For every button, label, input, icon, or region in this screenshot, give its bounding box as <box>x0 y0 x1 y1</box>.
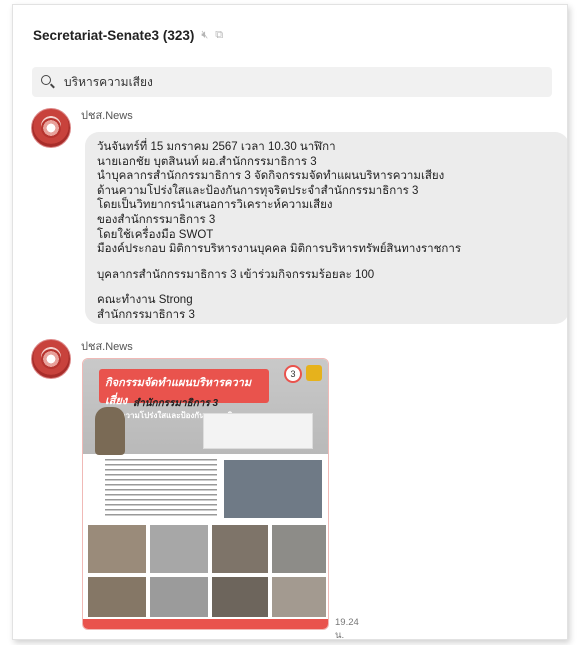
poster-photo <box>87 524 147 574</box>
message-line: นำบุคลากรสำนักกรรมาธิการ 3 จัดกิจกรรมจัด… <box>97 170 445 183</box>
search-icon <box>40 74 56 90</box>
poster-footer <box>83 619 328 629</box>
projection-screen <box>203 413 313 449</box>
poster-photo <box>211 524 269 574</box>
poster-subtitle: สำนักกรรมาธิการ 3 <box>133 398 219 409</box>
message-line: โดยใช้เครื่องมือ SWOT <box>97 228 214 241</box>
mute-icon[interactable]: 🔇︎ <box>201 29 208 42</box>
poster-photo <box>211 576 269 618</box>
message-line <box>97 257 557 268</box>
poster-photo <box>87 576 147 618</box>
avatar[interactable] <box>31 108 71 148</box>
message-line: ด้านความโปร่งใสและป้องกันการทุจริตประจำส… <box>97 184 419 197</box>
message-line: ของสำนักกรรมาธิการ 3 <box>97 213 216 226</box>
search-bar[interactable]: บริหารความเสียง <box>32 67 552 97</box>
poster-photo <box>149 576 209 618</box>
poster-photo <box>149 524 209 574</box>
search-input[interactable]: บริหารความเสียง <box>64 73 153 92</box>
gallery-icon[interactable]: ⧉ <box>215 29 223 42</box>
message-line: มืองค์ประกอบ มิติการบริหารงานบุคคล มิติก… <box>97 243 461 256</box>
message-line: คณะทำงาน Strong <box>97 294 193 307</box>
poster-text-block <box>105 459 217 517</box>
message-line: สำนักกรรมาธิการ 3 <box>97 308 195 321</box>
sender-name: ปชส.News <box>81 110 133 122</box>
image-attachment[interactable]: กิจกรรมจัดทำแผนบริหารความเสี่ยง ด้านความ… <box>82 358 329 630</box>
chat-window: Secretariat-Senate3 (323) 🔇︎ ⧉ บริหารควา… <box>12 4 568 640</box>
presenter-figure <box>95 407 125 455</box>
chat-title[interactable]: Secretariat-Senate3 (323) <box>33 28 194 43</box>
chat-header: Secretariat-Senate3 (323) 🔇︎ ⧉ <box>13 5 567 65</box>
sender-name: ปชส.News <box>81 341 133 353</box>
poster-photo <box>271 524 327 574</box>
message-line: นายเอกชัย บุตสินนท์ ผอ.สำนักกรรมาธิการ 3 <box>97 155 317 168</box>
message-timestamp: 19.24 น. <box>335 617 359 640</box>
message-line: บุคลากรสำนักกรรมาธิการ 3 เข้าร่วมกิจกรรม… <box>97 268 375 281</box>
poster-photo <box>223 459 323 519</box>
logo-icon <box>306 365 322 381</box>
message-line: โดยเป็นวิทยากรนำเสนอการวิเคราะห์ความเสีย… <box>97 199 333 212</box>
message-line: วันจันทร์ที่ 15 มกราคม 2567 เวลา 10.30 น… <box>97 141 336 153</box>
avatar[interactable] <box>31 339 71 379</box>
message-line <box>97 282 557 293</box>
message-bubble[interactable]: วันจันทร์ที่ 15 มกราคม 2567 เวลา 10.30 น… <box>85 132 567 324</box>
poster-photo <box>271 576 327 618</box>
poster-badge: 3 <box>284 365 302 383</box>
